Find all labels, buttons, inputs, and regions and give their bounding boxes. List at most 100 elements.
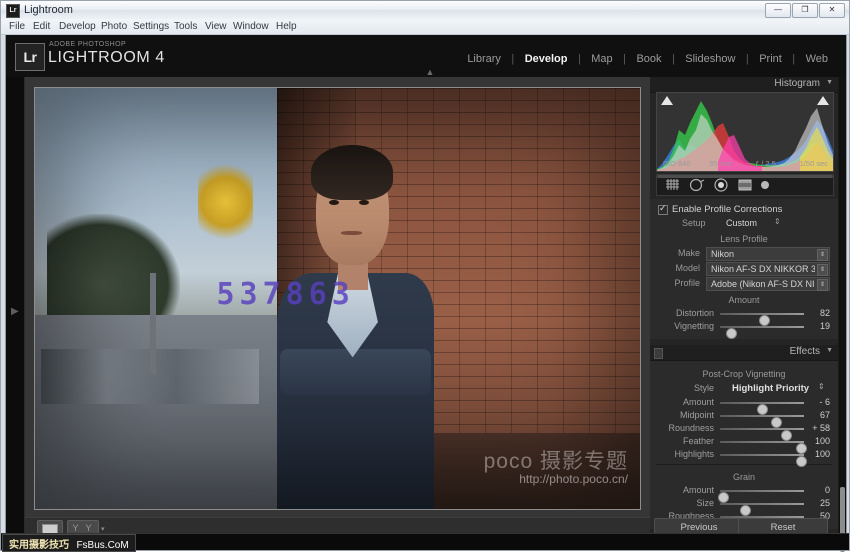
vignetting-value: 19 bbox=[819, 321, 830, 331]
status-text-en: FsBus.CoM bbox=[76, 540, 129, 551]
grain-amount-row[interactable]: Amount 0 bbox=[656, 484, 832, 503]
effects-collapse-icon[interactable]: ▼ bbox=[826, 347, 833, 354]
vignette-highlights-label: Highlights bbox=[674, 449, 714, 459]
watermark-poco-url: http://photo.poco.cn/ bbox=[519, 472, 628, 486]
module-print[interactable]: Print bbox=[753, 51, 788, 67]
menu-settings[interactable]: Settings bbox=[133, 20, 169, 33]
chevron-down-icon[interactable]: ⇕ bbox=[817, 264, 828, 276]
vignette-roundness-track[interactable] bbox=[720, 428, 804, 441]
grain-amount-track[interactable] bbox=[717, 490, 804, 503]
maximize-button[interactable]: ❐ bbox=[792, 3, 818, 18]
menu-photo[interactable]: Photo bbox=[101, 20, 127, 33]
highlight-clipping-icon[interactable] bbox=[817, 96, 829, 105]
vignette-amount-row[interactable]: Amount - 6 bbox=[656, 396, 832, 415]
red-eye-icon[interactable] bbox=[713, 178, 729, 192]
vignette-roundness-row[interactable]: Roundness + 58 bbox=[656, 422, 832, 441]
distortion-slider-row[interactable]: Distortion 82 bbox=[656, 307, 832, 326]
lens-profile-select[interactable]: Adobe (Nikon AF-S DX NIKKO... ⇕ bbox=[706, 277, 830, 291]
enable-profile-checkbox[interactable] bbox=[658, 203, 668, 215]
photo-frame[interactable]: 537863 poco 摄影专题 http://photo.poco.cn/ bbox=[34, 87, 641, 510]
menu-tools[interactable]: Tools bbox=[174, 20, 197, 33]
histogram-header[interactable]: Histogram ▼ bbox=[650, 77, 838, 93]
watermark-number: 537863 bbox=[216, 277, 355, 313]
module-book[interactable]: Book bbox=[630, 51, 667, 67]
chevron-down-icon[interactable]: ▾ bbox=[101, 525, 105, 533]
vignette-highlights-track[interactable] bbox=[720, 454, 808, 467]
lens-profile-value: Adobe (Nikon AF-S DX NIKKO... bbox=[711, 279, 815, 289]
post-crop-vignetting-title: Post-Crop Vignetting bbox=[702, 369, 786, 379]
vignette-style-value[interactable]: Highlight Priority bbox=[732, 381, 809, 396]
setup-row[interactable]: Setup Custom ⇕ bbox=[656, 216, 832, 230]
histogram-chart[interactable]: ISO 640 35 mm ƒ / 2.5 1/50 sec bbox=[656, 92, 834, 172]
lens-make-select[interactable]: Nikon ⇕ bbox=[706, 247, 830, 261]
vignette-amount-label: Amount bbox=[682, 397, 714, 407]
module-library[interactable]: Library bbox=[461, 51, 507, 67]
lens-make-row[interactable]: Make Nikon ⇕ bbox=[656, 246, 832, 261]
grain-size-row[interactable]: Size 25 bbox=[656, 497, 832, 516]
lens-model-select[interactable]: Nikon AF-S DX NIKKOR 35mm... ⇕ bbox=[706, 262, 830, 276]
grain-size-value: 25 bbox=[819, 498, 830, 508]
menu-window[interactable]: Window bbox=[233, 20, 269, 33]
vignette-amount-track[interactable] bbox=[720, 402, 804, 415]
menu-edit[interactable]: Edit bbox=[33, 20, 50, 33]
distortion-value: 82 bbox=[819, 308, 830, 318]
lens-model-row[interactable]: Model Nikon AF-S DX NIKKOR 35mm... ⇕ bbox=[656, 261, 832, 276]
tool-size-slider-knob[interactable] bbox=[761, 181, 769, 189]
lens-make-value: Nikon bbox=[711, 249, 735, 259]
chevron-down-icon[interactable]: ⇕ bbox=[817, 249, 828, 261]
effects-title: Effects bbox=[789, 346, 820, 357]
vignette-midpoint-track[interactable] bbox=[720, 415, 804, 428]
crop-overlay-icon[interactable] bbox=[665, 178, 681, 192]
enable-profile-corrections-row[interactable]: Enable Profile Corrections bbox=[656, 203, 832, 216]
menu-view[interactable]: View bbox=[205, 20, 227, 33]
vignette-feather-row[interactable]: Feather 100 bbox=[656, 435, 832, 454]
setup-label: Setup bbox=[682, 218, 706, 228]
menu-help[interactable]: Help bbox=[276, 20, 297, 33]
lightroom-logo: Lr bbox=[15, 43, 45, 71]
right-panel-scrollbar[interactable] bbox=[839, 77, 846, 552]
vignette-style-stepper-icon[interactable]: ⇕ bbox=[818, 382, 825, 391]
chevron-right-icon[interactable]: ▶ bbox=[11, 306, 19, 317]
lens-profile-row[interactable]: Profile Adobe (Nikon AF-S DX NIKKO... ⇕ bbox=[656, 276, 832, 291]
menu-file[interactable]: File bbox=[9, 20, 25, 33]
effects-toggle-switch[interactable] bbox=[654, 348, 663, 359]
top-panel-collapse-icon[interactable]: ▲ bbox=[421, 68, 439, 77]
grain-amount-value: 0 bbox=[824, 485, 830, 495]
flag-right-icon[interactable]: Y bbox=[84, 523, 93, 533]
menubar: File Edit Develop Photo Settings Tools V… bbox=[1, 19, 849, 35]
vignette-feather-track[interactable] bbox=[720, 441, 808, 454]
right-panel: Histogram ▼ ISO 640 35 mm ƒ / 2.5 1/50 s… bbox=[650, 77, 838, 547]
effects-header[interactable]: Effects ▼ bbox=[650, 345, 838, 361]
minimize-button[interactable]: — bbox=[765, 3, 791, 18]
brand-lightroom-4: LIGHTROOM 4 bbox=[48, 49, 165, 66]
shadow-clipping-icon[interactable] bbox=[661, 96, 673, 105]
histogram-collapse-icon[interactable]: ▼ bbox=[826, 79, 833, 86]
vignetting-slider-row[interactable]: Vignetting 19 bbox=[656, 320, 832, 339]
grain-section-title: Grain bbox=[732, 472, 755, 482]
module-slideshow[interactable]: Slideshow bbox=[679, 51, 741, 67]
aperture-value: ƒ / 2.5 bbox=[755, 159, 776, 168]
chevron-down-icon[interactable]: ⇕ bbox=[817, 279, 828, 291]
spot-removal-icon[interactable] bbox=[689, 178, 705, 192]
module-develop[interactable]: Develop bbox=[519, 51, 574, 67]
vignette-highlights-row[interactable]: Highlights 100 bbox=[656, 448, 832, 467]
menu-develop[interactable]: Develop bbox=[59, 20, 96, 33]
vignette-amount-value: - 6 bbox=[819, 397, 830, 407]
module-web[interactable]: Web bbox=[800, 51, 834, 67]
vignetting-slider-knob[interactable] bbox=[725, 328, 737, 339]
vignetting-slider-track[interactable] bbox=[720, 326, 804, 339]
vignette-style-row[interactable]: Style Highlight Priority ⇕ bbox=[656, 381, 832, 396]
grain-amount-label: Amount bbox=[682, 485, 714, 495]
iso-value: ISO 640 bbox=[663, 159, 691, 168]
setup-stepper-icon[interactable]: ⇕ bbox=[774, 217, 781, 226]
close-button[interactable]: ✕ bbox=[819, 3, 845, 18]
module-separator: | bbox=[671, 53, 675, 65]
grain-size-track[interactable] bbox=[720, 503, 804, 516]
distortion-slider-track[interactable] bbox=[720, 313, 804, 326]
setup-value[interactable]: Custom bbox=[726, 216, 757, 230]
module-map[interactable]: Map bbox=[585, 51, 618, 67]
vignette-midpoint-row[interactable]: Midpoint 67 bbox=[656, 409, 832, 428]
left-panel-collapsed[interactable]: ▶ bbox=[6, 77, 25, 547]
flag-left-icon[interactable]: Y bbox=[71, 523, 80, 533]
graduated-filter-icon[interactable] bbox=[737, 178, 753, 192]
